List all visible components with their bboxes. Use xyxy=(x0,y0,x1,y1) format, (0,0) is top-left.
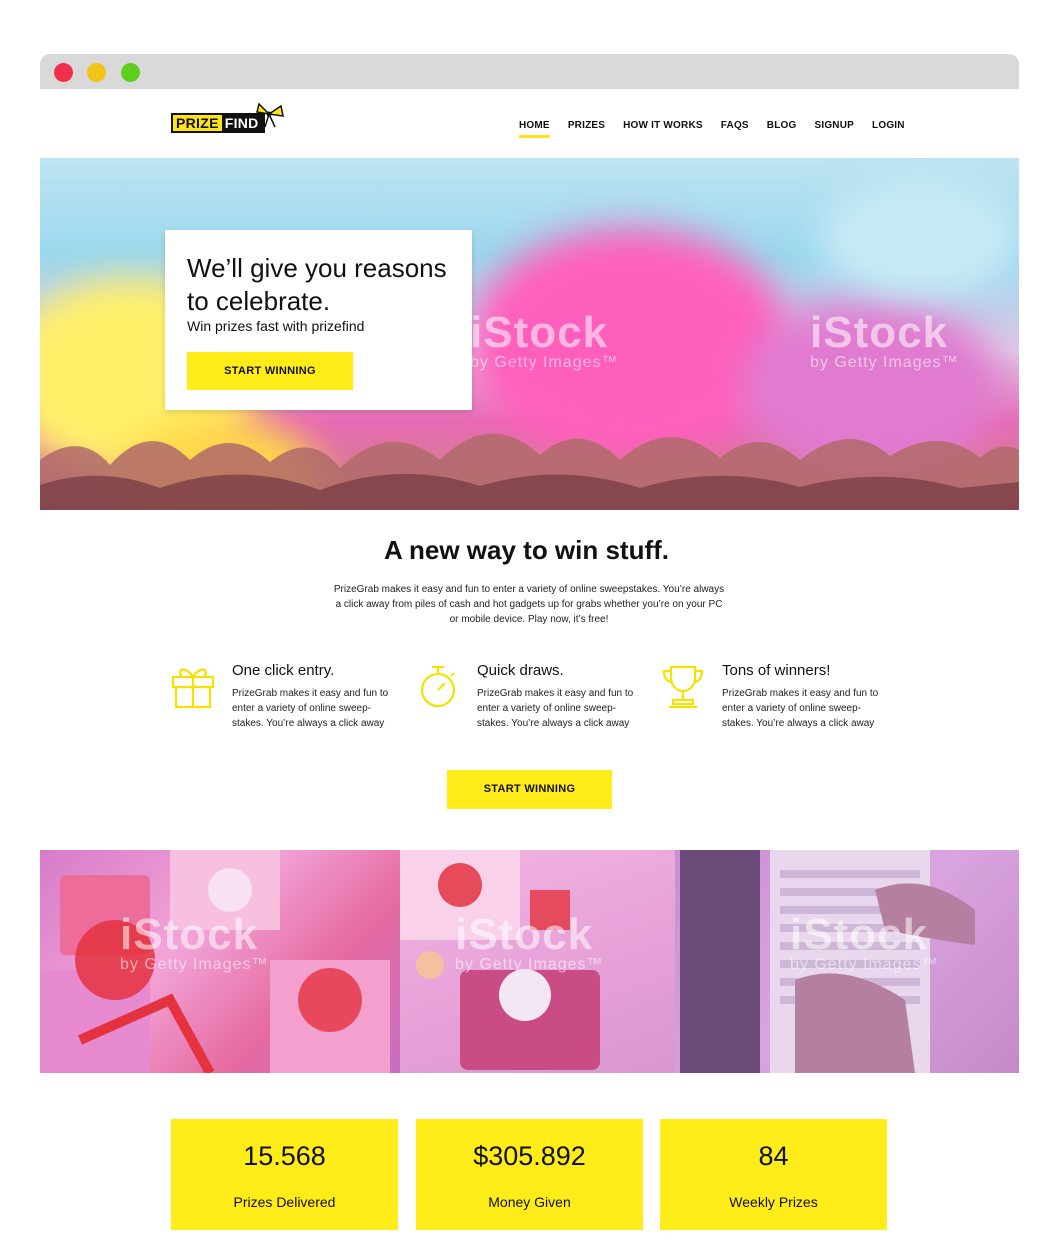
stat-number: 15.568 xyxy=(243,1141,326,1171)
hero-color-burst xyxy=(820,178,1019,298)
stat-prizes-delivered: 15.568 Prizes Delivered xyxy=(171,1119,398,1230)
nav-signup[interactable]: SIGNUP xyxy=(814,120,854,131)
section-title: A new way to win stuff. xyxy=(383,535,670,565)
intro-paragraph: PrizeGrab makes it easy and fun to enter… xyxy=(333,584,725,625)
feature-text: PrizeGrab makes it easy and fun to enter… xyxy=(232,688,389,729)
istock-watermark: iStock by Getty Images™ xyxy=(790,910,939,973)
stat-money-given: $305.892 Money Given xyxy=(416,1119,643,1230)
logo-prize-text: PRIZE xyxy=(173,115,222,131)
feature-title: Quick draws. xyxy=(477,662,564,679)
trophy-icon xyxy=(662,665,704,709)
feature-text: PrizeGrab makes it easy and fun to enter… xyxy=(722,688,879,729)
prizefind-logo[interactable]: PRIZE FIND xyxy=(171,100,284,136)
hero-subtitle: Win prizes fast with prizefind xyxy=(187,318,365,334)
bow-icon xyxy=(256,102,284,128)
image-gallery: iStock by Getty Images™ iStock by Getty Im… xyxy=(40,850,1019,1073)
istock-watermark: iStock by Getty Images™ xyxy=(455,910,604,973)
hero-title: We’ll give you reasons to celebrate. xyxy=(187,253,447,316)
stat-number: $305.892 xyxy=(473,1141,586,1171)
stat-label: Prizes Delivered xyxy=(233,1194,336,1210)
istock-watermark: iStock by Getty Images™ xyxy=(120,910,269,973)
maximize-window-button[interactable] xyxy=(121,63,140,82)
gift-icon xyxy=(171,668,215,709)
minimize-window-button[interactable] xyxy=(87,63,106,82)
nav-faqs[interactable]: FAQS xyxy=(721,120,749,131)
close-window-button[interactable] xyxy=(54,63,73,82)
feature-text: PrizeGrab makes it easy and fun to enter… xyxy=(477,688,634,729)
hero-start-winning-button[interactable]: START WINNING xyxy=(187,352,353,390)
stat-number: 84 xyxy=(758,1141,789,1171)
logo-wordmark: PRIZE FIND xyxy=(171,113,265,133)
stat-label: Money Given xyxy=(488,1194,571,1210)
stat-weekly-prizes: 84 Weekly Prizes xyxy=(660,1119,887,1230)
feature-title: One click entry. xyxy=(232,662,335,679)
hero-card: We’ll give you reasons to celebrate. Win… xyxy=(165,230,472,410)
nav-home[interactable]: HOME xyxy=(519,120,550,138)
start-winning-button[interactable]: START WINNING xyxy=(447,770,612,809)
nav-how-it-works[interactable]: HOW IT WORKS xyxy=(623,120,703,131)
stat-label: Weekly Prizes xyxy=(729,1194,818,1210)
nav-login[interactable]: LOGIN xyxy=(872,120,905,131)
istock-watermark: iStock by Getty Images™ xyxy=(470,308,619,371)
browser-title-bar xyxy=(40,54,1019,89)
nav-prizes[interactable]: PRIZES xyxy=(568,120,605,131)
hero-banner: iStock by Getty Images™ iStock by Getty Im… xyxy=(40,158,1019,510)
feature-title: Tons of winners! xyxy=(722,662,831,679)
main-nav: HOME PRIZES HOW IT WORKS FAQS BLOG SIGNU… xyxy=(519,120,923,138)
nav-blog[interactable]: BLOG xyxy=(767,120,797,131)
istock-watermark: iStock by Getty Images™ xyxy=(810,308,959,371)
stopwatch-icon xyxy=(420,665,456,708)
